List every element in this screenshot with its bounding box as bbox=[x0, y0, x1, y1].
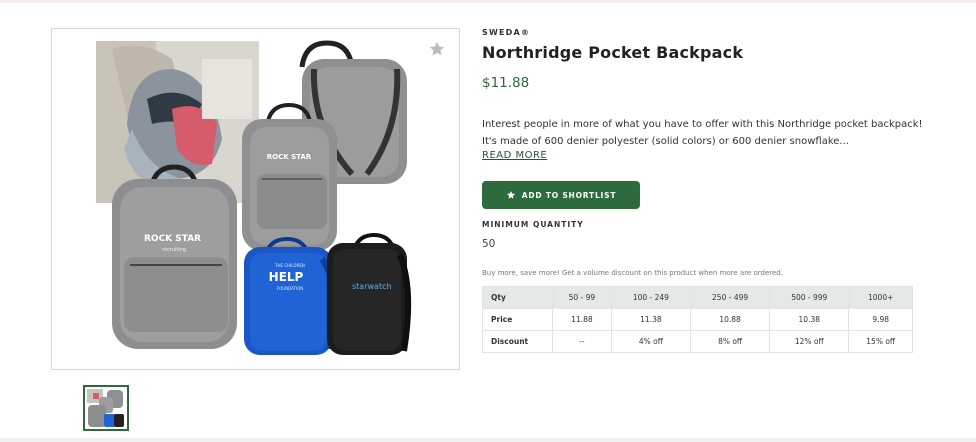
minimum-quantity-label: MINIMUM QUANTITY bbox=[482, 220, 584, 229]
add-to-shortlist-button[interactable]: ADD TO SHORTLIST bbox=[482, 181, 640, 209]
minimum-quantity-value: 50 bbox=[482, 238, 496, 250]
help-logo-top: THE CHILDREN bbox=[274, 263, 305, 268]
bottom-divider bbox=[0, 438, 976, 442]
volume-discount-note: Buy more, save more! Get a volume discou… bbox=[482, 269, 783, 277]
product-title: Northridge Pocket Backpack bbox=[482, 43, 744, 62]
backpacks-photo: ROCK STAR ROCK STAR recruiting THE CHILD… bbox=[96, 40, 412, 355]
table-row: Price 11.88 11.38 10.88 10.38 9.98 bbox=[482, 308, 913, 331]
pricing-table: Qty 50 - 99 100 - 249 250 - 499 500 - 99… bbox=[482, 286, 913, 353]
table-cell: Price bbox=[482, 308, 553, 331]
rockstar-logo-large: ROCK STAR bbox=[144, 234, 201, 244]
top-divider bbox=[0, 0, 976, 3]
table-cell: 12% off bbox=[769, 330, 850, 353]
table-cell: 4% off bbox=[610, 330, 692, 353]
table-cell: Discount bbox=[482, 330, 553, 353]
shortlist-label: ADD TO SHORTLIST bbox=[521, 190, 617, 200]
table-row: Discount -- 4% off 8% off 12% off 15% of… bbox=[482, 330, 913, 353]
help-logo-bottom: FOUNDATION bbox=[277, 286, 304, 291]
table-cell: 250 - 499 bbox=[689, 286, 771, 309]
starwatch-logo: starwatch bbox=[352, 282, 392, 291]
main-product-image: ROCK STAR ROCK STAR recruiting THE CHILD… bbox=[51, 28, 460, 370]
table-cell: 500 - 999 bbox=[769, 286, 850, 309]
table-cell: -- bbox=[552, 330, 612, 353]
table-cell: 10.38 bbox=[769, 308, 850, 331]
table-cell: 100 - 249 bbox=[610, 286, 692, 309]
product-price: $11.88 bbox=[482, 75, 530, 91]
table-cell: Qty bbox=[482, 286, 553, 309]
table-cell: 8% off bbox=[689, 330, 771, 353]
table-cell: 11.38 bbox=[610, 308, 692, 331]
favorite-star-icon[interactable] bbox=[428, 40, 446, 58]
product-description: Interest people in more of what you have… bbox=[482, 119, 923, 147]
read-more-link[interactable]: READ MORE bbox=[482, 150, 547, 161]
table-cell: 50 - 99 bbox=[552, 286, 612, 309]
rockstar-logo-small: ROCK STAR bbox=[267, 153, 312, 161]
help-logo: HELP bbox=[269, 270, 304, 284]
rockstar-sub: recruiting bbox=[162, 247, 186, 253]
table-row: Qty 50 - 99 100 - 249 250 - 499 500 - 99… bbox=[482, 286, 913, 309]
star-icon bbox=[506, 191, 515, 199]
table-cell: 10.88 bbox=[689, 308, 771, 331]
table-cell: 1000+ bbox=[848, 286, 913, 309]
brand-label: SWEDA® bbox=[482, 28, 531, 37]
table-cell: 11.88 bbox=[552, 308, 612, 331]
table-cell: 15% off bbox=[848, 330, 913, 353]
thumbnail-image[interactable] bbox=[83, 385, 129, 431]
table-cell: 9.98 bbox=[848, 308, 913, 331]
